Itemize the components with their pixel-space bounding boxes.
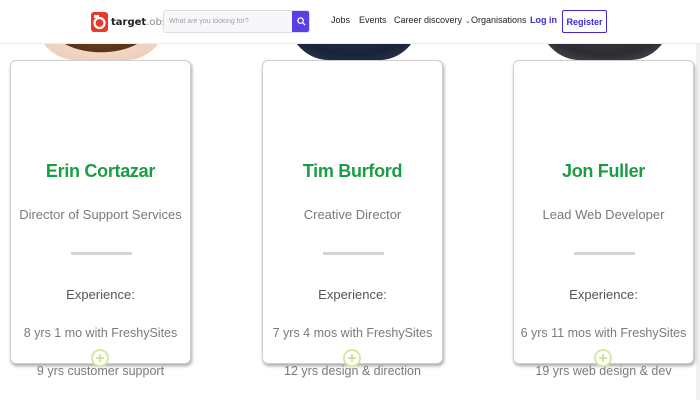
team-member-name: Jon Fuller [561,161,645,181]
search-box [163,10,310,33]
search-button[interactable] [292,11,309,32]
top-navbar: target.obs Jobs Events Career discovery⌄… [0,0,700,44]
team-member-role: Lead Web Developer [542,207,665,222]
search-input[interactable] [164,11,294,32]
logo-icon [91,12,108,32]
nav-link-jobs[interactable]: Jobs [331,15,350,25]
expand-button[interactable] [343,349,361,367]
plus-icon [348,354,356,362]
team-member-name: Erin Cortazar [45,161,156,181]
experience-item: 7 yrs 4 mos with FreshySites [272,326,433,340]
page-scrollbar[interactable] [696,44,700,400]
team-member-card: Jon Fuller Lead Web Developer Experience… [513,60,694,378]
card-divider [323,252,384,255]
expand-button[interactable] [91,349,109,367]
team-member-card: Erin Cortazar Director of Support Servic… [10,60,191,378]
card-divider [71,252,132,255]
experience-item: 8 yrs 1 mo with FreshySites [23,326,178,340]
plus-icon [599,354,607,362]
experience-label: Experience: [569,287,638,302]
register-button[interactable]: Register [562,10,607,33]
nav-link-organisations[interactable]: Organisations [471,15,527,25]
team-member-role: Director of Support Services [19,207,182,222]
experience-item: 6 yrs 11 mos with FreshySites [520,326,687,340]
nav-link-events[interactable]: Events [359,15,387,25]
team-member-name: Tim Burford [302,161,403,181]
logo-text: target.obs [111,16,168,28]
experience-label: Experience: [66,287,135,302]
search-icon [296,17,306,26]
team-member-role: Creative Director [303,207,402,222]
experience-label: Experience: [318,287,387,302]
team-member-card: Tim Burford Creative Director Experience… [262,60,443,378]
login-link[interactable]: Log in [530,15,557,25]
expand-button[interactable] [594,349,612,367]
logo[interactable]: target.obs [91,11,167,33]
nav-link-career-discovery-label: Career discovery [394,15,463,25]
card-divider [574,252,635,255]
plus-icon [96,354,104,362]
nav-link-career-discovery[interactable]: Career discovery ⌄ [394,15,471,25]
